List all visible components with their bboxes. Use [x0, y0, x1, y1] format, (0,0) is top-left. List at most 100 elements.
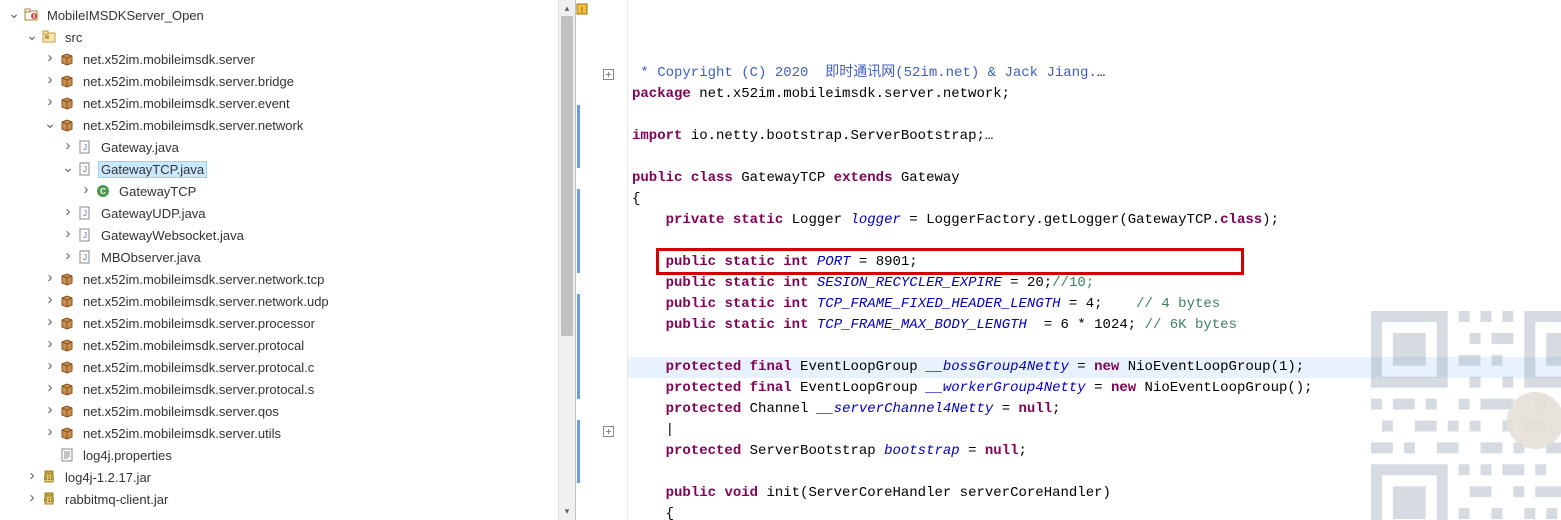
code-area[interactable]: * Copyright (C) 2020 即时通讯网(52im.net) & J…: [628, 0, 1561, 520]
package-icon: [58, 425, 76, 441]
fold-collapse-icon[interactable]: [600, 423, 616, 439]
code-line[interactable]: [632, 231, 1561, 252]
tree-node-rabbitmq-client-jar[interactable]: rabbitmq-client.jar: [0, 488, 558, 510]
tree-toggle-icon[interactable]: [42, 381, 58, 398]
tree-node-mobileimsdkserver-open[interactable]: MobileIMSDKServer_Open: [0, 4, 558, 26]
token-pln: [741, 380, 749, 396]
tree-node-net-x52im-mobileimsdk-server[interactable]: net.x52im.mobileimsdk.server: [0, 48, 558, 70]
tree-node-net-x52im-mobileimsdk-server-event[interactable]: net.x52im.mobileimsdk.server.event: [0, 92, 558, 114]
tree-toggle-icon[interactable]: [60, 227, 76, 244]
jfile-icon: [76, 227, 94, 243]
code-line[interactable]: protected final EventLoopGroup __workerG…: [632, 378, 1561, 399]
warning-marker-icon[interactable]: !: [576, 3, 588, 15]
tree-node-gatewayudp-java[interactable]: GatewayUDP.java: [0, 202, 558, 224]
caret-icon: |: [666, 422, 674, 438]
code-line[interactable]: {: [632, 189, 1561, 210]
code-line[interactable]: protected ServerBootstrap bootstrap = nu…: [632, 441, 1561, 462]
tree-toggle-icon[interactable]: [42, 51, 58, 68]
jfile-icon: [76, 249, 94, 265]
scroll-up-arrow[interactable]: ▴: [559, 0, 575, 17]
tree-node-net-x52im-mobileimsdk-server-qos[interactable]: net.x52im.mobileimsdk.server.qos: [0, 400, 558, 422]
tree-toggle-icon[interactable]: [24, 29, 40, 46]
code-line[interactable]: [632, 336, 1561, 357]
code-line[interactable]: public static int SESION_RECYCLER_EXPIRE…: [632, 273, 1561, 294]
tree-toggle-icon[interactable]: [42, 95, 58, 112]
code-line[interactable]: protected Channel __serverChannel4Netty …: [632, 399, 1561, 420]
tree-node-net-x52im-mobileimsdk-server-protocal-s[interactable]: net.x52im.mobileimsdk.server.protocal.s: [0, 378, 558, 400]
tree-toggle-icon[interactable]: [60, 139, 76, 156]
tree-toggle-icon[interactable]: [6, 7, 22, 24]
token-kw: package: [632, 86, 691, 102]
code-line[interactable]: {: [632, 504, 1561, 520]
scroll-down-arrow[interactable]: ▾: [559, 503, 575, 520]
token-kw: class: [691, 170, 733, 186]
code-line[interactable]: [632, 105, 1561, 126]
tree-node-log4j-1-2-17-jar[interactable]: log4j-1.2.17.jar: [0, 466, 558, 488]
tree-node-gatewaywebsocket-java[interactable]: GatewayWebsocket.java: [0, 224, 558, 246]
tree-toggle-icon[interactable]: [24, 491, 40, 508]
token-kw: public: [632, 170, 682, 186]
code-line[interactable]: protected final EventLoopGroup __bossGro…: [632, 357, 1561, 378]
code-line[interactable]: [632, 462, 1561, 483]
token-pln: = 6 * 1024;: [1027, 317, 1145, 333]
code-line[interactable]: |: [632, 420, 1561, 441]
tree-node-log4j-properties[interactable]: log4j.properties: [0, 444, 558, 466]
editor-gutter[interactable]: [588, 0, 628, 520]
tree-toggle-icon[interactable]: [42, 73, 58, 90]
tree-node-mbobserver-java[interactable]: MBObserver.java: [0, 246, 558, 268]
token-pln: net.x52im.mobileimsdk.server.network;: [691, 86, 1010, 102]
tree-node-net-x52im-mobileimsdk-server-network-udp[interactable]: net.x52im.mobileimsdk.server.network.udp: [0, 290, 558, 312]
tree-node-label: GatewayTCP.java: [98, 161, 207, 178]
code-line[interactable]: private static Logger logger = LoggerFac…: [632, 210, 1561, 231]
tree-node-label: net.x52im.mobileimsdk.server.qos: [80, 403, 282, 420]
tree-node-net-x52im-mobileimsdk-server-network-tcp[interactable]: net.x52im.mobileimsdk.server.network.tcp: [0, 268, 558, 290]
tree-node-gateway-java[interactable]: Gateway.java: [0, 136, 558, 158]
tree-node-net-x52im-mobileimsdk-server-protocal[interactable]: net.x52im.mobileimsdk.server.protocal: [0, 334, 558, 356]
tree-node-label: Gateway.java: [98, 139, 182, 156]
tree-node-net-x52im-mobileimsdk-server-processor[interactable]: net.x52im.mobileimsdk.server.processor: [0, 312, 558, 334]
tree-node-label: net.x52im.mobileimsdk.server.network.tcp: [80, 271, 327, 288]
tree-node-net-x52im-mobileimsdk-server-utils[interactable]: net.x52im.mobileimsdk.server.utils: [0, 422, 558, 444]
tree-toggle-icon[interactable]: [42, 271, 58, 288]
tree-toggle-icon[interactable]: [60, 161, 76, 178]
tree-toggle-icon[interactable]: [42, 293, 58, 310]
tree-node-gatewaytcp[interactable]: GatewayTCP: [0, 180, 558, 202]
code-line[interactable]: public static int PORT = 8901;: [632, 252, 1561, 273]
fold-collapse-icon[interactable]: [600, 66, 616, 82]
token-com: //10;: [1052, 275, 1094, 291]
code-line[interactable]: public void init(ServerCoreHandler serve…: [632, 483, 1561, 504]
code-line[interactable]: [632, 147, 1561, 168]
tree-toggle-icon[interactable]: [60, 249, 76, 266]
code-line[interactable]: import io.netty.bootstrap.ServerBootstra…: [632, 126, 1561, 147]
code-line[interactable]: public static int TCP_FRAME_FIXED_HEADER…: [632, 294, 1561, 315]
tree-toggle-icon[interactable]: [42, 315, 58, 332]
tree-toggle-icon[interactable]: [42, 403, 58, 420]
tree-node-net-x52im-mobileimsdk-server-network[interactable]: net.x52im.mobileimsdk.server.network: [0, 114, 558, 136]
tree-toggle-icon[interactable]: [24, 469, 40, 486]
token-pln: [808, 254, 816, 270]
tree-node-gatewaytcp-java[interactable]: GatewayTCP.java: [0, 158, 558, 180]
tree-toggle-icon[interactable]: [42, 337, 58, 354]
token-pln: [632, 338, 640, 354]
code-line[interactable]: public static int TCP_FRAME_MAX_BODY_LEN…: [632, 315, 1561, 336]
tree-node-src[interactable]: src: [0, 26, 558, 48]
package-icon: [58, 95, 76, 111]
token-kw: static: [724, 254, 774, 270]
code-line[interactable]: * Copyright (C) 2020 即时通讯网(52im.net) & J…: [632, 63, 1561, 84]
code-editor[interactable]: !: [575, 0, 1561, 520]
tree-toggle-icon[interactable]: [78, 183, 94, 200]
code-line[interactable]: package net.x52im.mobileimsdk.server.net…: [632, 84, 1561, 105]
token-pln: [632, 359, 666, 375]
scroll-thumb[interactable]: [561, 16, 573, 336]
tree-toggle-icon[interactable]: [42, 359, 58, 376]
tree-node-net-x52im-mobileimsdk-server-bridge[interactable]: net.x52im.mobileimsdk.server.bridge: [0, 70, 558, 92]
tree-node-net-x52im-mobileimsdk-server-protocal-c[interactable]: net.x52im.mobileimsdk.server.protocal.c: [0, 356, 558, 378]
tree-node-label: GatewayUDP.java: [98, 205, 209, 222]
tree-toggle-icon[interactable]: [42, 425, 58, 442]
code-line[interactable]: public class GatewayTCP extends Gateway: [632, 168, 1561, 189]
tree-toggle-icon[interactable]: [60, 205, 76, 222]
token-pln: …: [985, 128, 993, 144]
tree[interactable]: MobileIMSDKServer_Opensrcnet.x52im.mobil…: [0, 0, 558, 520]
tree-scrollbar[interactable]: ▴ ▾: [558, 0, 575, 520]
tree-toggle-icon[interactable]: [42, 117, 58, 134]
